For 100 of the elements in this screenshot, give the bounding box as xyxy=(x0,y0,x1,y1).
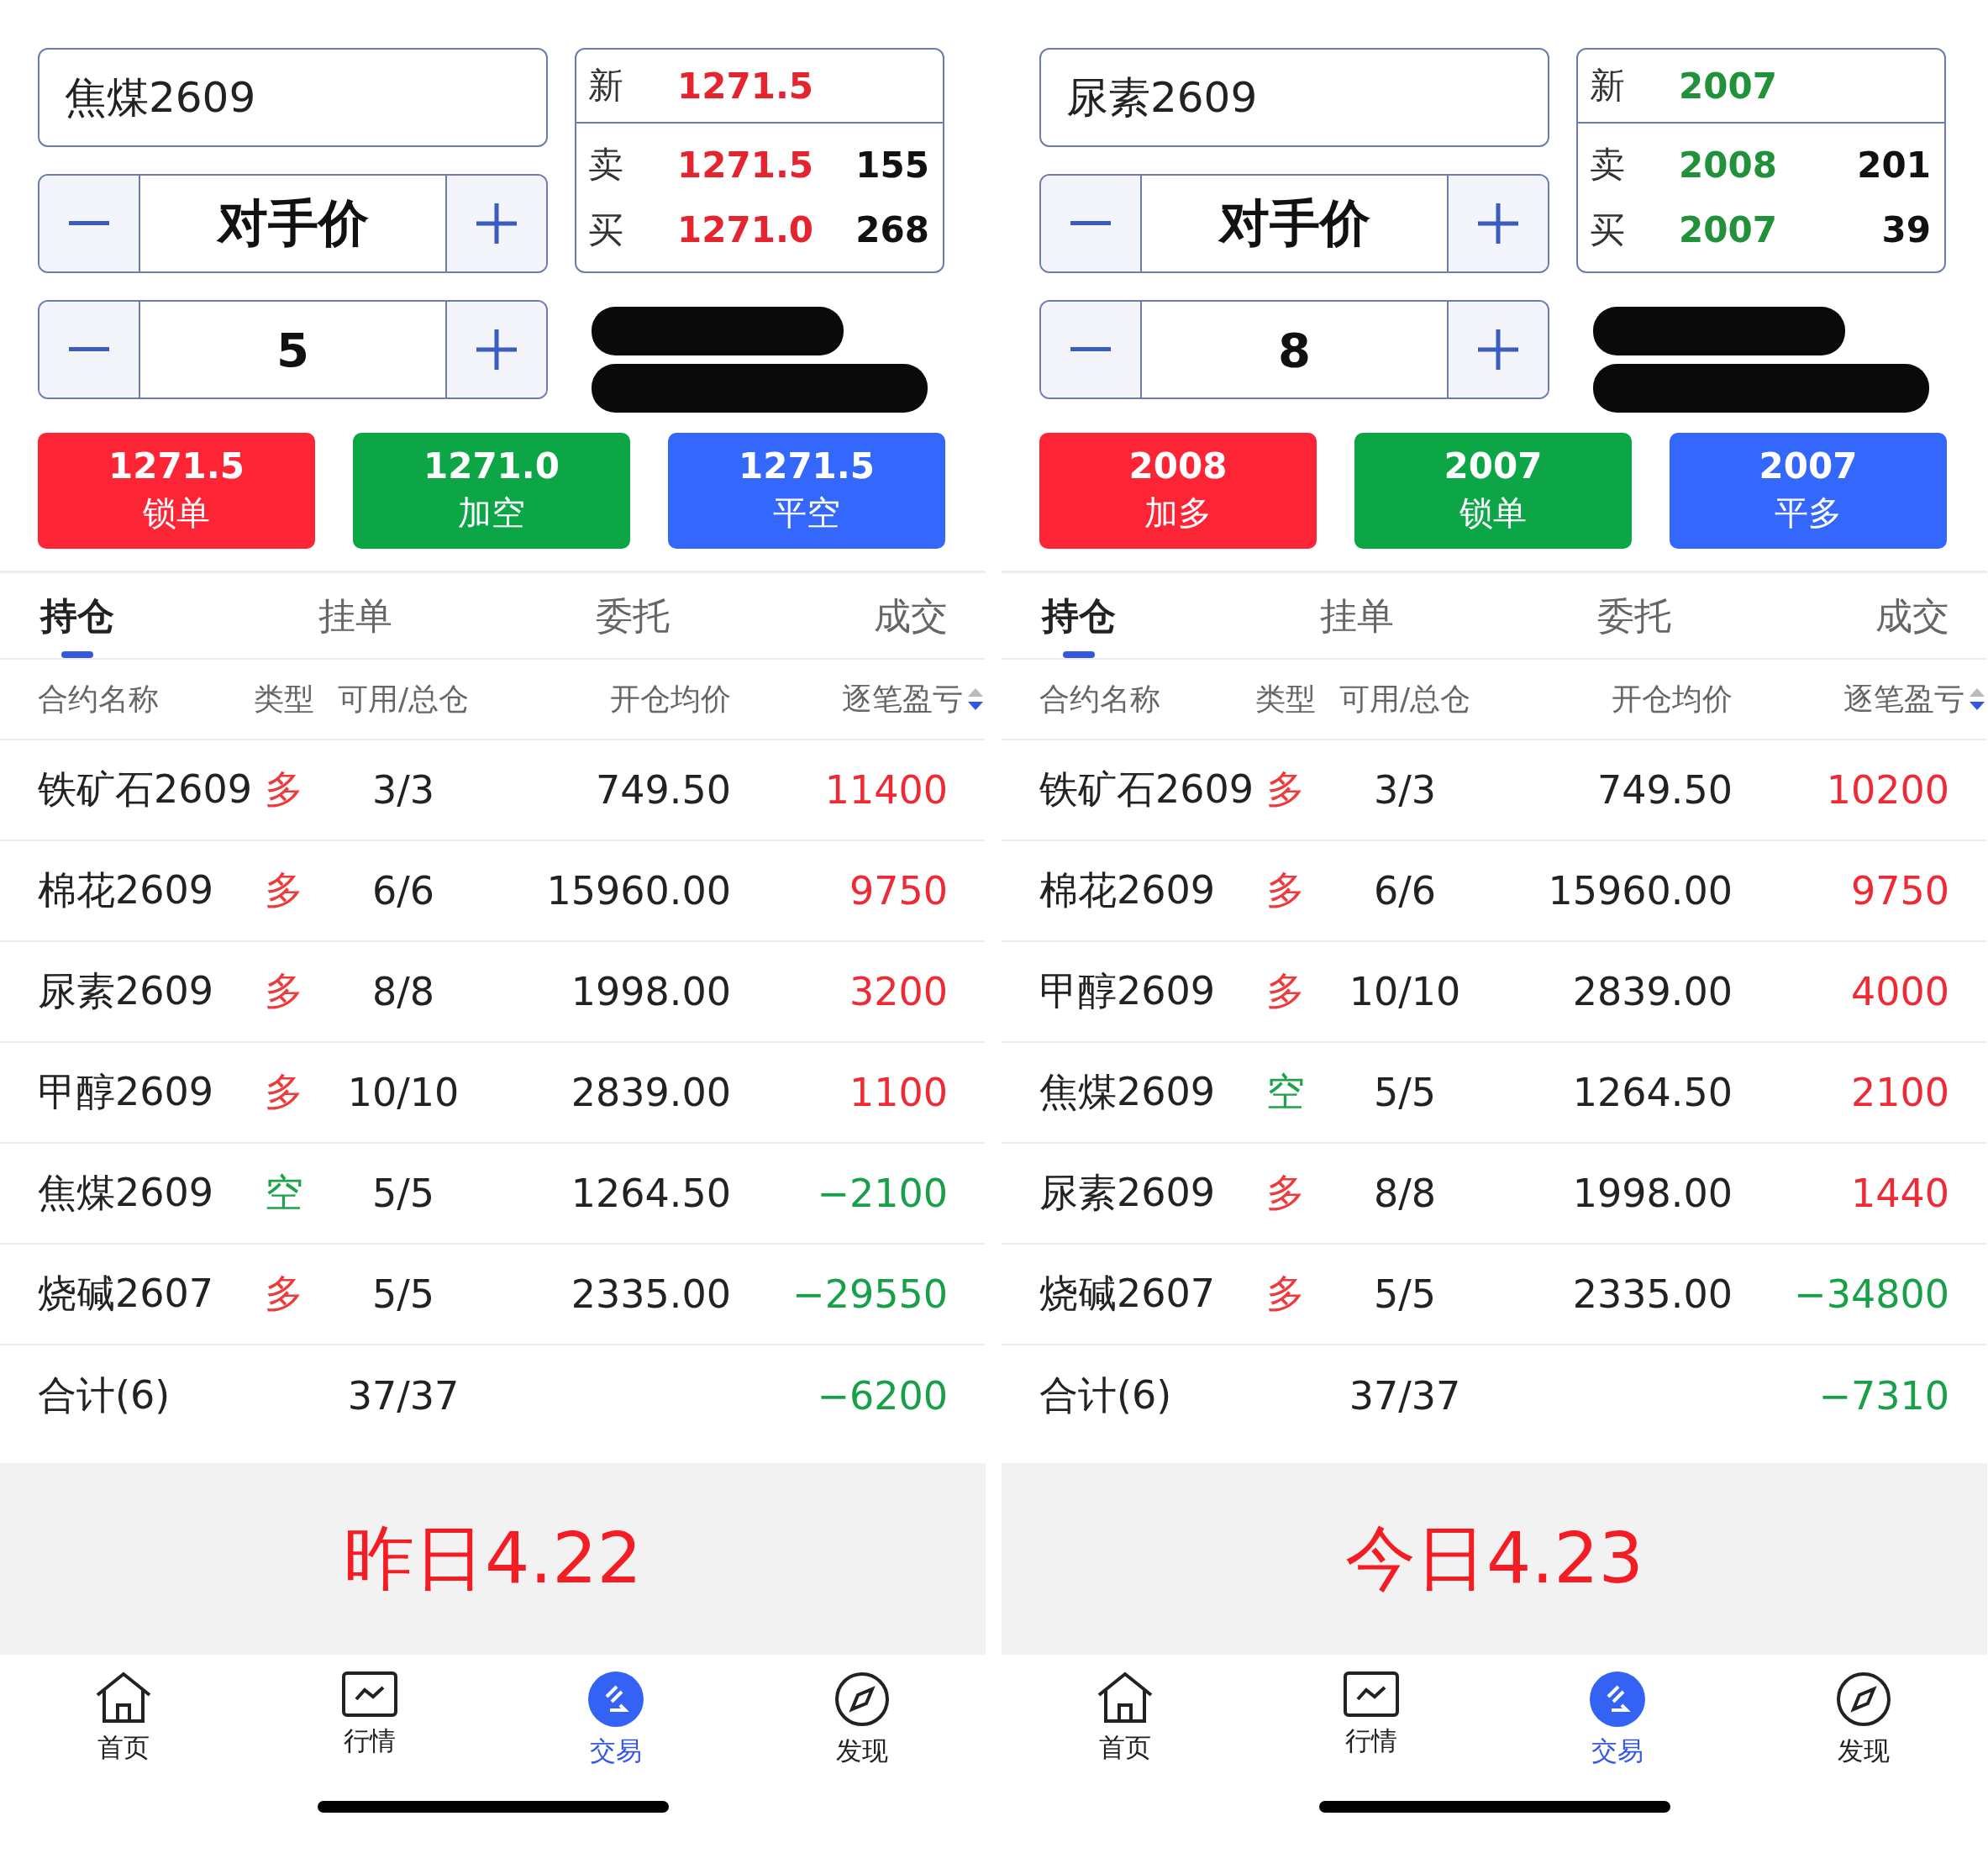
quote-label: 买 xyxy=(1590,208,1626,252)
column-header: 可用/总仓 xyxy=(336,680,471,718)
nav-tab[interactable]: 首页 xyxy=(0,1671,247,1798)
column-header: 开仓均价 xyxy=(609,680,731,718)
nav-tab[interactable]: 交易 xyxy=(492,1671,739,1798)
column-header: 类型 xyxy=(252,680,315,718)
average-price: 1998.00 xyxy=(1571,1171,1733,1216)
position-count: 5/5 xyxy=(371,1171,435,1216)
position-count: 3/3 xyxy=(1373,767,1437,813)
nav-tab[interactable]: 发现 xyxy=(1740,1671,1987,1798)
quote-volume: 155 xyxy=(855,144,929,186)
profit-loss: 11400 xyxy=(823,767,949,813)
quote-label: 卖 xyxy=(588,143,624,187)
chart-icon xyxy=(1343,1671,1399,1717)
nav-tab[interactable]: 交易 xyxy=(1494,1671,1741,1798)
contract-name: 烧碱2607 xyxy=(38,1270,215,1318)
tab[interactable]: 委托 xyxy=(596,573,671,658)
quote-price: 2008 xyxy=(1679,144,1777,186)
contract-name: 烧碱2607 xyxy=(1039,1270,1217,1318)
column-header: 开仓均价 xyxy=(1611,680,1733,718)
nav-tab[interactable]: 首页 xyxy=(1002,1671,1249,1798)
quote-price: 1271.0 xyxy=(677,209,814,251)
direction-tag: 多 xyxy=(248,1268,319,1320)
tab[interactable]: 挂单 xyxy=(1319,573,1394,658)
order-button[interactable]: 1271.5 平空 xyxy=(668,433,945,549)
tab[interactable]: 成交 xyxy=(1875,573,1949,658)
quote-price: 1271.5 xyxy=(677,144,814,186)
quote-label: 卖 xyxy=(1590,143,1626,187)
minus-icon xyxy=(69,347,109,352)
average-price: 749.50 xyxy=(1596,767,1733,813)
quote-price: 2007 xyxy=(1679,65,1777,107)
position-count: 5/5 xyxy=(371,1271,435,1317)
home-icon xyxy=(94,1671,152,1724)
column-header: 逐笔盈亏 xyxy=(1843,680,1964,718)
direction-tag: 多 xyxy=(248,1066,319,1119)
profit-loss: 10200 xyxy=(1825,767,1950,813)
direction-tag: 多 xyxy=(248,966,319,1018)
quote-label: 买 xyxy=(588,208,624,252)
order-button[interactable]: 2007 平多 xyxy=(1670,433,1947,549)
average-price: 1264.50 xyxy=(1571,1070,1733,1115)
profit-loss: 2100 xyxy=(1849,1070,1950,1115)
total-label: 合计(6) xyxy=(38,1371,171,1419)
contract-name: 铁矿石2609 xyxy=(38,766,248,813)
profit-loss: −29550 xyxy=(792,1271,949,1317)
position-count: 6/6 xyxy=(371,868,435,913)
tab[interactable]: 挂单 xyxy=(318,573,392,658)
home-icon xyxy=(1096,1671,1154,1724)
contract-field[interactable]: 尿素2609 xyxy=(1039,48,1549,147)
tab[interactable]: 持仓 xyxy=(1042,573,1116,658)
quote-volume: 268 xyxy=(855,209,929,251)
quantity-stepper[interactable]: 8 xyxy=(1039,300,1549,399)
column-header: 合约名称 xyxy=(1039,680,1161,718)
contract-field[interactable]: 焦煤2609 xyxy=(38,48,548,147)
trade-icon xyxy=(1590,1671,1646,1727)
quote-price: 2007 xyxy=(1679,209,1777,251)
position-count: 5/5 xyxy=(1373,1271,1437,1317)
order-button[interactable]: 2008 加多 xyxy=(1039,433,1317,549)
contract-name: 棉花2609 xyxy=(1039,866,1217,914)
position-count: 5/5 xyxy=(1373,1070,1437,1115)
compass-icon xyxy=(1836,1671,1892,1727)
total-profit-loss: −7310 xyxy=(1817,1373,1950,1419)
total-count: 37/37 xyxy=(1348,1373,1462,1419)
price-stepper[interactable]: 对手价 xyxy=(1039,174,1549,273)
average-price: 15960.00 xyxy=(1547,868,1733,913)
order-button[interactable]: 1271.5 锁单 xyxy=(38,433,315,549)
direction-tag: 多 xyxy=(1249,966,1321,1018)
total-label: 合计(6) xyxy=(1039,1371,1173,1419)
column-header: 类型 xyxy=(1254,680,1317,718)
price-mode-value: 对手价 xyxy=(139,176,447,271)
tab[interactable]: 委托 xyxy=(1597,573,1672,658)
direction-tag: 多 xyxy=(248,865,319,917)
tab[interactable]: 持仓 xyxy=(40,573,114,658)
direction-tag: 空 xyxy=(248,1167,319,1219)
nav-tab[interactable]: 发现 xyxy=(739,1671,986,1798)
profit-loss: 1440 xyxy=(1849,1171,1950,1216)
direction-tag: 空 xyxy=(1249,1066,1321,1119)
contract-name: 尿素2609 xyxy=(1039,1169,1217,1217)
trade-icon xyxy=(588,1671,644,1727)
price-stepper[interactable]: 对手价 xyxy=(38,174,548,273)
nav-tab[interactable]: 行情 xyxy=(1248,1671,1495,1798)
nav-tab[interactable]: 行情 xyxy=(246,1671,493,1798)
position-count: 8/8 xyxy=(1373,1171,1437,1216)
average-price: 1264.50 xyxy=(570,1171,731,1216)
direction-tag: 多 xyxy=(1249,1167,1321,1219)
contract-name: 焦煤2609 xyxy=(38,1169,215,1217)
position-count: 3/3 xyxy=(371,767,435,813)
plus-icon xyxy=(476,203,517,244)
profit-loss: 9750 xyxy=(1849,868,1950,913)
direction-tag: 多 xyxy=(1249,865,1321,917)
profit-loss: 4000 xyxy=(1849,969,1950,1014)
average-price: 2335.00 xyxy=(570,1271,731,1317)
average-price: 2839.00 xyxy=(570,1070,731,1115)
contract-name: 尿素2609 xyxy=(38,967,215,1015)
plus-icon xyxy=(1478,329,1518,370)
minus-icon xyxy=(1070,347,1111,352)
position-count: 8/8 xyxy=(371,969,435,1014)
quantity-stepper[interactable]: 5 xyxy=(38,300,548,399)
position-count: 10/10 xyxy=(346,1070,460,1115)
tab[interactable]: 成交 xyxy=(873,573,948,658)
profit-loss: −2100 xyxy=(816,1171,949,1216)
